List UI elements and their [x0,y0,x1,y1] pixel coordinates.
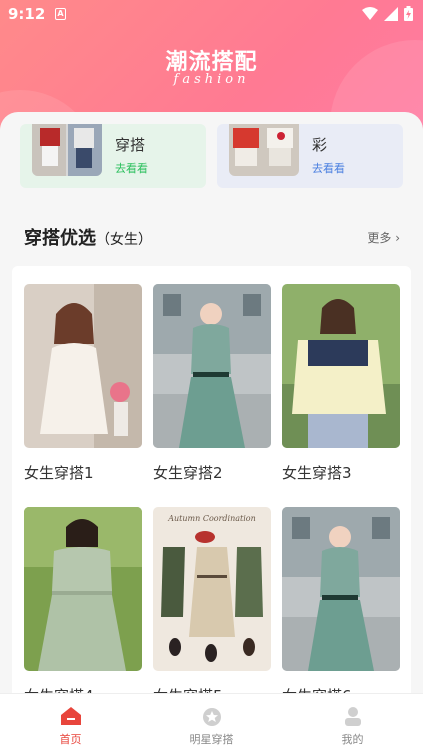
outfit-caption: 女生穿搭3 [282,464,352,482]
outfit-card[interactable]: 女生穿搭6 [282,507,400,702]
banner-color-image [229,124,299,176]
battery-icon [404,6,413,21]
notification-icon: A [55,8,66,20]
banner-color-title: 彩 [312,136,328,154]
tab-star-outfits-label: 明星穿搭 [189,733,234,746]
status-time: 9:12 [8,5,46,23]
banner-outfit-title: 穿搭 [115,136,146,154]
tab-home[interactable]: 首页 [0,694,141,753]
bottom-tab-bar: 首页 明星穿搭 我的 [0,693,423,753]
svg-text:Autumn Coordination: Autumn Coordination [167,514,256,523]
outfit-caption: 女生穿搭1 [24,464,94,482]
outfit-image [153,284,271,448]
banner-color[interactable]: 彩 去看看 [217,124,403,188]
app-subtitle: fashion [173,72,250,87]
banner-outfit-image [32,124,102,176]
outfit-card[interactable]: 女生穿搭4 [24,507,142,702]
section-subtitle: （女生） [96,232,152,248]
content-sheet: 穿搭 去看看 彩 去看看 穿搭优选（女生） 更多 › 女生穿搭1 女生穿搭2 女… [0,112,423,702]
tab-star-outfits[interactable]: 明星穿搭 [141,694,282,753]
tab-profile[interactable]: 我的 [282,694,423,753]
outfit-image [282,507,400,671]
signal-icon [384,6,398,21]
banner-outfit-link[interactable]: 去看看 [115,160,148,176]
section-header: 穿搭优选（女生） 更多 › [24,224,400,252]
user-icon [344,707,361,726]
outfit-card[interactable]: 女生穿搭1 [24,284,142,483]
home-icon [60,707,81,725]
outfit-image [282,284,400,448]
banner-color-link[interactable]: 去看看 [312,160,345,176]
outfit-card[interactable]: 女生穿搭2 [153,284,271,483]
outfit-caption: 女生穿搭2 [153,464,223,482]
section-title: 穿搭优选 [24,228,96,249]
outfit-image: Autumn Coordination [153,507,271,671]
outfit-image [24,284,142,448]
wifi-icon [362,6,378,20]
banner-outfit[interactable]: 穿搭 去看看 [20,124,206,188]
tab-profile-label: 我的 [341,733,364,746]
outfit-grid: 女生穿搭1 女生穿搭2 女生穿搭3 Autumn Coordination [12,266,411,702]
more-link[interactable]: 更多 › [367,229,400,246]
star-icon [202,708,221,726]
outfit-card[interactable]: 女生穿搭3 [282,284,400,483]
outfit-card[interactable]: Autumn Coordination 女生穿搭5 [153,507,271,702]
chevron-right-icon: › [395,231,400,245]
outfit-image [24,507,142,671]
tab-home-label: 首页 [59,733,82,746]
status-bar: 9:12 A [0,0,423,28]
more-label: 更多 [367,231,392,245]
